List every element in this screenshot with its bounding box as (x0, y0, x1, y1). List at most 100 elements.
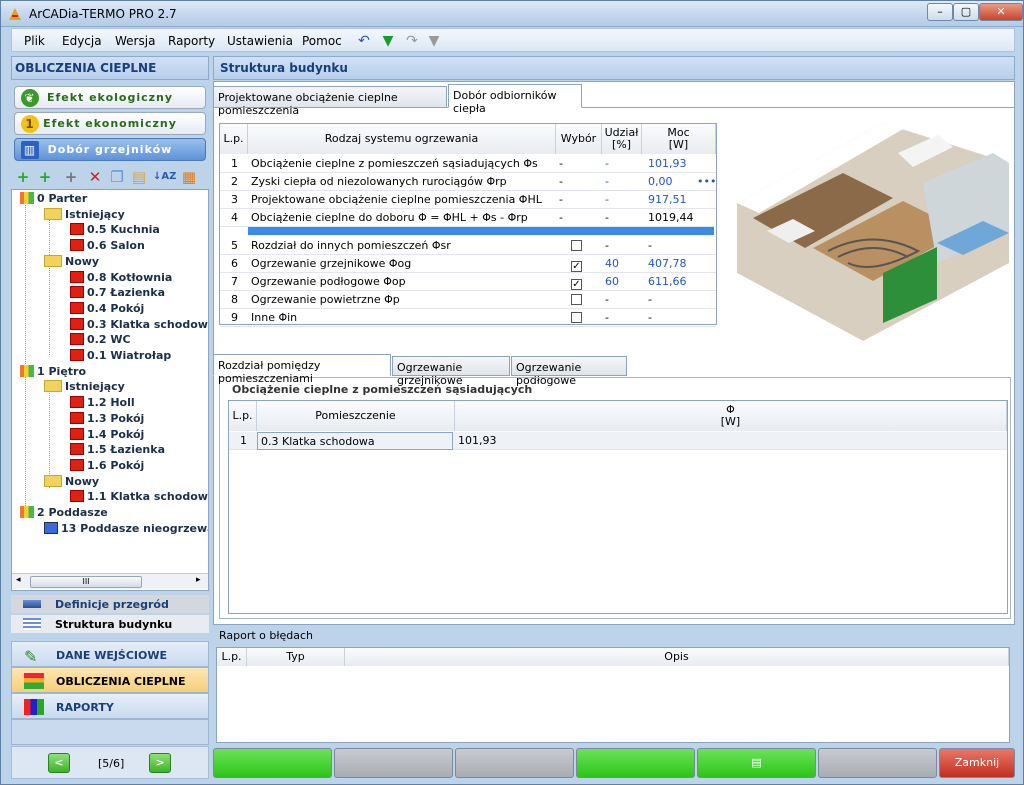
side-item-definitions[interactable]: Definicje przegród (11, 595, 209, 613)
eco-effect-button[interactable]: ❦ Efekt ekologiczny (14, 86, 206, 109)
maximize-button[interactable]: ▢ (953, 3, 979, 21)
prev-page-button[interactable]: < (48, 753, 70, 773)
paste-icon[interactable]: ▤ (129, 167, 149, 187)
checkbox-unchecked[interactable] (571, 294, 582, 305)
table-row[interactable]: 6 Ogrzewanie grzejnikowe Φog ✓ 40 407,78 (220, 255, 716, 273)
grid-icon[interactable]: ▦ (179, 167, 199, 187)
scroll-left-icon[interactable]: ◂ (16, 575, 21, 585)
table-row[interactable]: 4 Obciążenie cieplne do doboru Φ = ΦHL + … (220, 209, 716, 227)
neighbour-rooms-table: L.p. Pomieszczenie Φ [W] 1 0.3 Klatka sc… (228, 400, 1008, 614)
tree-node-folder[interactable]: Istniejący (44, 380, 125, 395)
table-row[interactable]: 8 Ogrzewanie powietrzne Φp - - (220, 291, 716, 309)
document-button[interactable]: ▤ (697, 748, 816, 778)
tree-node-floor[interactable]: 1 Piętro (20, 364, 86, 380)
main-nav-input-data[interactable]: ✎ DANE WEJŚCIOWE (11, 641, 209, 667)
redo-icon[interactable]: ↷ (404, 33, 420, 49)
copy-icon[interactable]: ❐ (107, 167, 127, 187)
tree-node-room[interactable]: 0.5 Kuchnia (70, 223, 160, 238)
table-row[interactable]: 5 Rozdział do innych pomieszczeń Φsr - - (220, 237, 716, 255)
tree-node-label: 1.4 Pokój (87, 427, 145, 441)
tree-node-room[interactable]: 0.7 Łazienka (70, 286, 165, 301)
sort-az-icon[interactable]: ↓AZ (153, 167, 176, 187)
heating-systems-table: L.p. Rodzaj systemu ogrzewania Wybór Udz… (219, 123, 717, 327)
tree-node-room[interactable]: 0.2 WC (70, 333, 131, 348)
tree-node-room[interactable]: 0.8 Kotłownia (70, 270, 172, 286)
action-button-4[interactable] (576, 748, 695, 778)
close-app-button[interactable]: Zamknij (939, 748, 1015, 778)
tree-node-room[interactable]: 1.4 Pokój (70, 427, 145, 443)
cell-share: 60 (605, 275, 619, 288)
table-row[interactable]: 9 Inne Φin - - (220, 309, 716, 327)
tree-node-room[interactable]: 0.3 Klatka schodowa (70, 317, 208, 333)
cell-system: Inne Φin (251, 311, 298, 324)
action-button-1[interactable] (213, 748, 332, 778)
pencil-icon: ✎ (24, 647, 38, 666)
table-row[interactable]: 1 0.3 Klatka schodowa 101,93 (229, 432, 1007, 450)
scroll-right-icon[interactable]: ▸ (196, 575, 201, 585)
economic-effect-button[interactable]: 1 Efekt ekonomiczny (14, 112, 206, 135)
tree-node-room[interactable]: 1.1 Klatka schodowa (70, 490, 208, 505)
tree-node-room[interactable]: 0.6 Salon (70, 239, 145, 254)
table-row[interactable]: 3 Projektowane obciążenie cieplne pomiesz… (220, 191, 716, 209)
tree-node-room[interactable]: 0.1 Wiatrołap (70, 349, 171, 364)
tree-node-room[interactable]: 1.3 Pokój (70, 411, 144, 427)
subtab-radiator-heating[interactable]: Ogrzewanie grzejnikowe (392, 356, 510, 387)
menu-plik[interactable]: Plik (24, 34, 45, 48)
title-bar[interactable]: ArCADia-TERMO PRO 2.7 – ▢ ✕ (1, 1, 1023, 27)
menu-wersja[interactable]: Wersja (115, 34, 155, 48)
menu-bar: Plik Edycja Wersja Raporty Ustawienia Po… (11, 28, 1015, 52)
tree-node-room[interactable]: 0.4 Pokój (70, 301, 144, 317)
subtab-room-distribution[interactable]: Rozdział pomiędzy pomieszczeniami (213, 354, 391, 385)
tree-node-label: 13 Poddasze nieogrzewane (61, 521, 208, 535)
menu-pomoc[interactable]: Pomoc (302, 34, 342, 48)
main-nav-reports[interactable]: RAPORTY (11, 693, 209, 719)
action-button-6 (818, 748, 937, 778)
table-row[interactable]: 7 Ogrzewanie podłogowe Φop ✓ 60 611,66 (220, 273, 716, 291)
cell-share: 40 (605, 257, 619, 270)
tree-node-folder[interactable]: Istniejący (44, 207, 125, 223)
menu-raporty[interactable]: Raporty (168, 34, 215, 48)
checkbox-checked[interactable]: ✓ (571, 279, 582, 290)
sub-cell-room: 0.3 Klatka schodowa (257, 432, 453, 450)
radiator-selection-button[interactable]: ▥ Dobór grzejników (14, 138, 206, 161)
checkbox-unchecked[interactable] (571, 312, 582, 323)
add-child-icon[interactable]: + (35, 167, 55, 187)
tree-node-folder[interactable]: Nowy (44, 254, 99, 270)
col-power-unit: [W] (668, 138, 689, 151)
cell-system: Zyski ciepła od niezolowanych rurociągów… (251, 175, 507, 188)
col-share-unit: [%] (611, 138, 632, 151)
tree-node-room[interactable]: 1.6 Pokój (70, 458, 144, 474)
menu-ustawienia[interactable]: Ustawienia (227, 34, 293, 48)
tree-node-floor[interactable]: 2 Poddasze (20, 506, 108, 521)
add-icon[interactable]: + (13, 167, 33, 187)
tree-node-floor[interactable]: 0 Parter (20, 192, 87, 207)
cell-system: Projektowane obciążenie cieplne pomieszc… (251, 193, 542, 206)
page-indicator: [5/6] (98, 757, 125, 770)
table-row[interactable]: 2 Zyski ciepła od niezolowanych rurociągó… (220, 173, 716, 191)
subtab-floor-heating[interactable]: Ogrzewanie podłogowe (511, 356, 627, 387)
tree-node-label: 0 Parter (37, 192, 88, 205)
more-options-button[interactable]: ••• (694, 173, 716, 191)
tree-node-room[interactable]: 1.2 Holl (70, 396, 135, 411)
next-page-button[interactable]: > (149, 753, 171, 773)
main-nav-heat-calc[interactable]: OBLICZENIA CIEPLNE (11, 667, 209, 693)
tree-node-folder[interactable]: Nowy (44, 474, 99, 490)
minimize-button[interactable]: – (927, 3, 953, 21)
tab-projected-load[interactable]: Projektowane obciążenie cieplne pomieszc… (213, 86, 447, 117)
table-row[interactable]: 1 Obciążenie cieplne z pomieszczeń sąsiad… (220, 155, 716, 173)
delete-icon[interactable]: ✕ (85, 167, 105, 187)
menu-edycja[interactable]: Edycja (62, 34, 102, 48)
structure-icon (23, 618, 41, 630)
side-item-structure[interactable]: Struktura budynku (11, 615, 209, 633)
checkbox-unchecked[interactable] (571, 240, 582, 251)
down-arrow-icon[interactable]: ▼ (380, 33, 396, 49)
economic-effect-label: Efekt ekonomiczny (43, 117, 177, 130)
tree-node-room[interactable]: 1.5 Łazienka (70, 443, 165, 458)
tree-horizontal-scrollbar[interactable]: ◂ III ▸ (12, 573, 208, 589)
close-window-button[interactable]: ✕ (979, 3, 1023, 21)
undo-icon[interactable]: ↶ (356, 33, 372, 49)
scroll-thumb[interactable]: III (30, 576, 142, 588)
tab-heat-receivers[interactable]: Dobór odbiorników ciepła (448, 84, 582, 115)
tree-node-roomb[interactable]: 13 Poddasze nieogrzewane (44, 521, 208, 537)
checkbox-checked[interactable]: ✓ (571, 261, 582, 272)
